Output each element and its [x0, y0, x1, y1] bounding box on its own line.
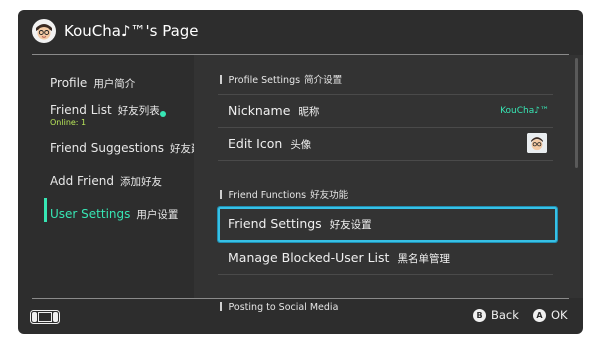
edit-icon-label: Edit Icon 头像: [228, 136, 311, 153]
sidebar-item-label-cn: 好友列表: [117, 105, 160, 117]
online-indicator-icon: [160, 111, 166, 117]
sidebar-item-label-cn: 用户简介: [93, 78, 136, 90]
ok-button[interactable]: A OK: [533, 308, 568, 322]
a-button-icon: A: [533, 308, 546, 322]
nickname-row[interactable]: Nickname 昵称 KouCha♪™: [218, 95, 553, 128]
switch-console-icon: [30, 309, 60, 324]
friend-settings-row[interactable]: Friend Settings 好友设置: [218, 207, 557, 242]
section-heading-label: Profile Settings: [228, 75, 301, 86]
page-title: KouCha♪™'s Page: [64, 22, 199, 40]
screen: KouCha♪™'s Page Profile 用户简介 Friend List 好…: [18, 10, 583, 334]
edit-icon-label-cn: 头像: [290, 139, 312, 151]
user-icon-thumbnail: [527, 133, 547, 153]
sidebar-item-label-cn: 添加好友: [119, 176, 162, 188]
page-header: KouCha♪™'s Page: [18, 10, 583, 52]
settings-content: Profile Settings 简介设置 Nickname 昵称 KouCha♪™…: [194, 55, 583, 313]
sidebar-item-profile[interactable]: Profile 用户简介: [50, 75, 135, 92]
section-heading-label-cn: 好友功能: [310, 190, 349, 201]
blocked-list-label: Manage Blocked-User List 黑名单管理: [228, 250, 450, 267]
scrollbar[interactable]: [575, 58, 578, 168]
edit-icon-label-text: Edit Icon: [228, 136, 283, 151]
section-heading-label-cn: 简介设置: [304, 75, 343, 86]
friend-settings-label: Friend Settings 好友设置: [228, 216, 372, 233]
blocked-list-row[interactable]: Manage Blocked-User List 黑名单管理: [218, 242, 553, 275]
sidebar-item-label: Add Friend: [50, 174, 114, 188]
edit-icon-row[interactable]: Edit Icon 头像: [218, 128, 553, 161]
nickname-value: KouCha♪™: [500, 106, 549, 116]
nickname-label-cn: 昵称: [298, 106, 320, 118]
sidebar-item-label: Friend List: [50, 103, 112, 117]
blocked-list-label-cn: 黑名单管理: [397, 253, 450, 265]
friend-settings-label-cn: 好友设置: [329, 219, 372, 231]
nickname-label: Nickname 昵称: [228, 103, 319, 120]
sidebar-item-label: User Settings: [50, 207, 131, 221]
sidebar-item-label: Friend Suggestions: [50, 141, 165, 155]
sidebar-item-label-cn: 用户设置: [136, 209, 179, 221]
friend-settings-label-text: Friend Settings: [228, 216, 322, 231]
sidebar-item-add-friend[interactable]: Add Friend 添加好友: [50, 173, 162, 190]
back-label: Back: [491, 308, 519, 322]
sidebar-item-friend-suggestions[interactable]: Friend Suggestions 好友建议: [50, 140, 212, 157]
mii-avatar-icon[interactable]: [32, 19, 56, 43]
section-heading-label: Friend Functions: [228, 190, 307, 201]
back-button[interactable]: B Back: [473, 308, 519, 322]
blocked-list-label-text: Manage Blocked-User List: [228, 250, 390, 265]
sidebar-item-user-settings[interactable]: User Settings 用户设置: [50, 206, 178, 223]
sidebar-item-friend-list[interactable]: Friend List 好友列表: [50, 102, 160, 119]
ok-label: OK: [551, 308, 568, 322]
nickname-label-text: Nickname: [228, 103, 291, 118]
b-button-icon: B: [473, 308, 486, 322]
section-heading-profile-settings: Profile Settings 简介设置: [220, 75, 343, 87]
sidebar-active-indicator: [44, 198, 47, 222]
online-count: Online: 1: [50, 118, 87, 127]
footer-bar: B Back A OK: [18, 299, 583, 334]
section-heading-friend-functions: Friend Functions 好友功能: [220, 190, 349, 202]
sidebar-item-label: Profile: [50, 76, 88, 90]
